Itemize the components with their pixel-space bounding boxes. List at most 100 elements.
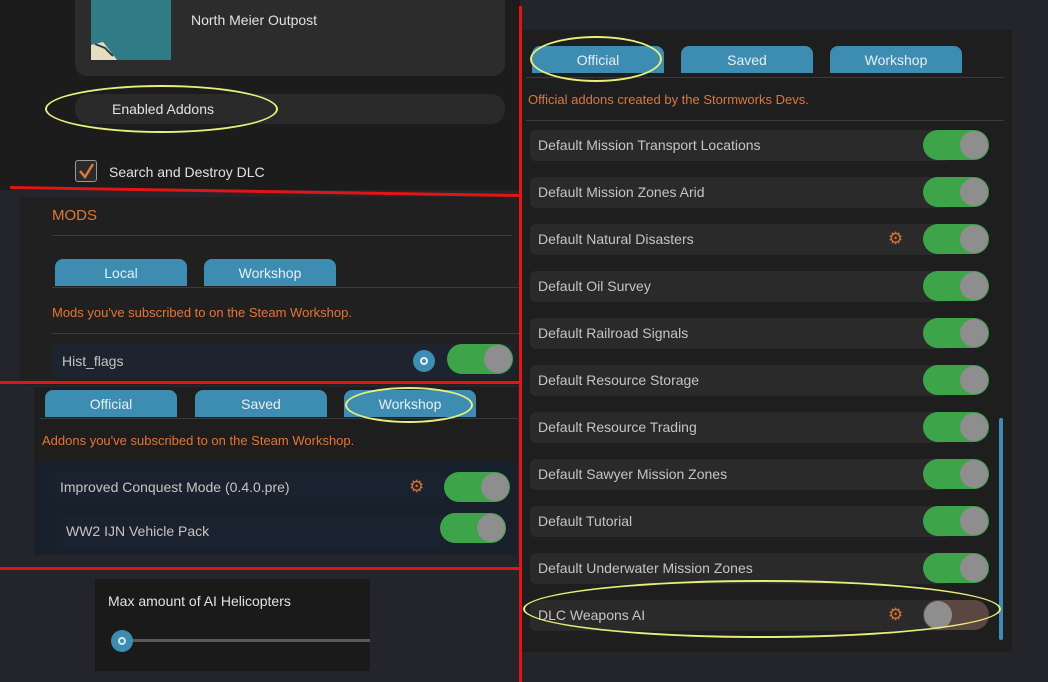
toggle-knob (960, 460, 988, 488)
tab-workshop[interactable]: Workshop (830, 46, 962, 73)
settings-gear-icon[interactable]: ⚙ (409, 478, 424, 495)
addon-label: Default Sawyer Mission Zones (538, 466, 728, 482)
tab-saved[interactable]: Saved (195, 390, 327, 417)
toggle-knob (924, 601, 952, 629)
addons-workshop-description: Addons you've subscribed to on the Steam… (42, 433, 355, 448)
tabs-divider (40, 418, 518, 419)
settings-gear-icon[interactable]: ⚙ (888, 230, 903, 247)
scrollbar-thumb[interactable] (999, 418, 1003, 640)
toggle-knob (481, 473, 509, 501)
enabled-addons-label: Enabled Addons (112, 101, 214, 117)
tab-official[interactable]: Official (45, 390, 177, 417)
toggle-knob (960, 272, 988, 300)
addon-toggle[interactable] (923, 365, 989, 395)
addons-workshop-panel: Official Saved Workshop Addons you've su… (34, 387, 518, 555)
addon-label: Default Resource Storage (538, 372, 700, 388)
addon-label: Default Railroad Signals (538, 325, 689, 341)
dlc-checkbox-label: Search and Destroy DLC (109, 164, 265, 180)
tab-local[interactable]: Local (55, 259, 187, 286)
toggle-knob (960, 554, 988, 582)
addon-toggle[interactable] (923, 224, 989, 254)
addon-toggle[interactable] (923, 318, 989, 348)
mod-label: Hist_flags (62, 353, 124, 369)
checkmark-icon (79, 163, 95, 180)
slider-track[interactable] (117, 639, 370, 642)
mods-heading-divider (52, 235, 512, 236)
addon-row[interactable]: Improved Conquest Mode (0.4.0.pre) (54, 471, 446, 503)
toggle-knob (477, 514, 505, 542)
tab-official[interactable]: Official (532, 46, 664, 73)
official-description: Official addons created by the Stormwork… (528, 92, 809, 107)
toggle-knob (960, 131, 988, 159)
addon-toggle[interactable] (444, 472, 510, 502)
annotation-vertical-line (519, 6, 522, 682)
toggle-knob (960, 507, 988, 535)
dlc-checkbox[interactable] (75, 160, 97, 182)
addon-toggle[interactable] (923, 506, 989, 536)
addon-label: Default Tutorial (538, 513, 633, 529)
addon-label: Default Mission Transport Locations (538, 137, 761, 153)
addon-row[interactable]: DLC Weapons AI (530, 600, 950, 631)
tab-saved[interactable]: Saved (681, 46, 813, 73)
addon-label: Default Natural Disasters (538, 231, 694, 247)
location-thumbnail (91, 0, 171, 60)
addon-row[interactable]: Default Resource Storage (530, 365, 950, 396)
addon-toggle[interactable] (923, 412, 989, 442)
addon-label: WW2 IJN Vehicle Pack (66, 523, 210, 539)
addon-label: Default Mission Zones Arid (538, 184, 705, 200)
addon-label: Default Resource Trading (538, 419, 697, 435)
tabs-divider (526, 77, 1004, 78)
addon-row[interactable]: Default Sawyer Mission Zones (530, 459, 950, 490)
addon-toggle[interactable] (923, 130, 989, 160)
mods-panel: MODS Local Workshop Mods you've subscrib… (20, 197, 520, 385)
addon-toggle[interactable] (923, 459, 989, 489)
mods-heading: MODS (52, 207, 97, 224)
addon-row[interactable]: Default Resource Trading (530, 412, 950, 443)
mods-description: Mods you've subscribed to on the Steam W… (52, 305, 352, 320)
map-thumbnail-icon (91, 42, 117, 60)
addon-toggle[interactable] (923, 177, 989, 207)
annotation-line (0, 381, 519, 384)
slider-handle[interactable] (111, 630, 133, 652)
addon-toggle[interactable] (923, 271, 989, 301)
location-card[interactable]: North Meier Outpost (75, 0, 505, 76)
addon-row[interactable]: Default Railroad Signals (530, 318, 950, 349)
addon-row[interactable]: Default Mission Zones Arid (530, 177, 950, 208)
addon-row[interactable]: Default Mission Transport Locations (530, 130, 950, 161)
addon-row[interactable]: Default Natural Disasters (530, 224, 950, 255)
addon-row[interactable]: WW2 IJN Vehicle Pack (58, 515, 446, 547)
ai-helicopters-panel: Max amount of AI Helicopters (95, 579, 370, 671)
tabs-divider (52, 287, 520, 288)
slider-label: Max amount of AI Helicopters (108, 593, 291, 609)
mod-toggle[interactable] (447, 344, 513, 374)
official-desc-divider (526, 120, 1004, 121)
addon-label: Default Oil Survey (538, 278, 651, 294)
toggle-knob (960, 225, 988, 253)
addon-label: Improved Conquest Mode (0.4.0.pre) (60, 479, 290, 495)
workshop-badge-icon (413, 350, 435, 372)
addon-toggle[interactable] (923, 600, 989, 630)
addon-toggle[interactable] (440, 513, 506, 543)
addon-toggle[interactable] (923, 553, 989, 583)
addon-label: Default Underwater Mission Zones (538, 560, 753, 576)
mod-row[interactable]: Hist_flags (52, 344, 515, 378)
toggle-knob (960, 178, 988, 206)
official-addon-list: Default Mission Transport Locations Defau… (522, 126, 1002, 646)
toggle-knob (960, 366, 988, 394)
addon-label: DLC Weapons AI (538, 607, 646, 623)
addon-row[interactable]: Default Underwater Mission Zones (530, 553, 950, 584)
tab-workshop[interactable]: Workshop (204, 259, 336, 286)
toggle-knob (960, 413, 988, 441)
location-panel: North Meier Outpost Enabled Addons Searc… (0, 0, 520, 190)
enabled-addons-button[interactable]: Enabled Addons (75, 94, 505, 124)
toggle-knob (484, 345, 512, 373)
tab-workshop[interactable]: Workshop (344, 390, 476, 417)
official-addons-panel: Official Saved Workshop Official addons … (522, 30, 1012, 652)
settings-gear-icon[interactable]: ⚙ (888, 606, 903, 623)
addon-row[interactable]: Default Tutorial (530, 506, 950, 537)
addon-list: Improved Conquest Mode (0.4.0.pre) ⚙ WW2… (34, 461, 518, 555)
annotation-line (0, 567, 519, 570)
location-name: North Meier Outpost (191, 12, 318, 28)
toggle-knob (960, 319, 988, 347)
addon-row[interactable]: Default Oil Survey (530, 271, 950, 302)
